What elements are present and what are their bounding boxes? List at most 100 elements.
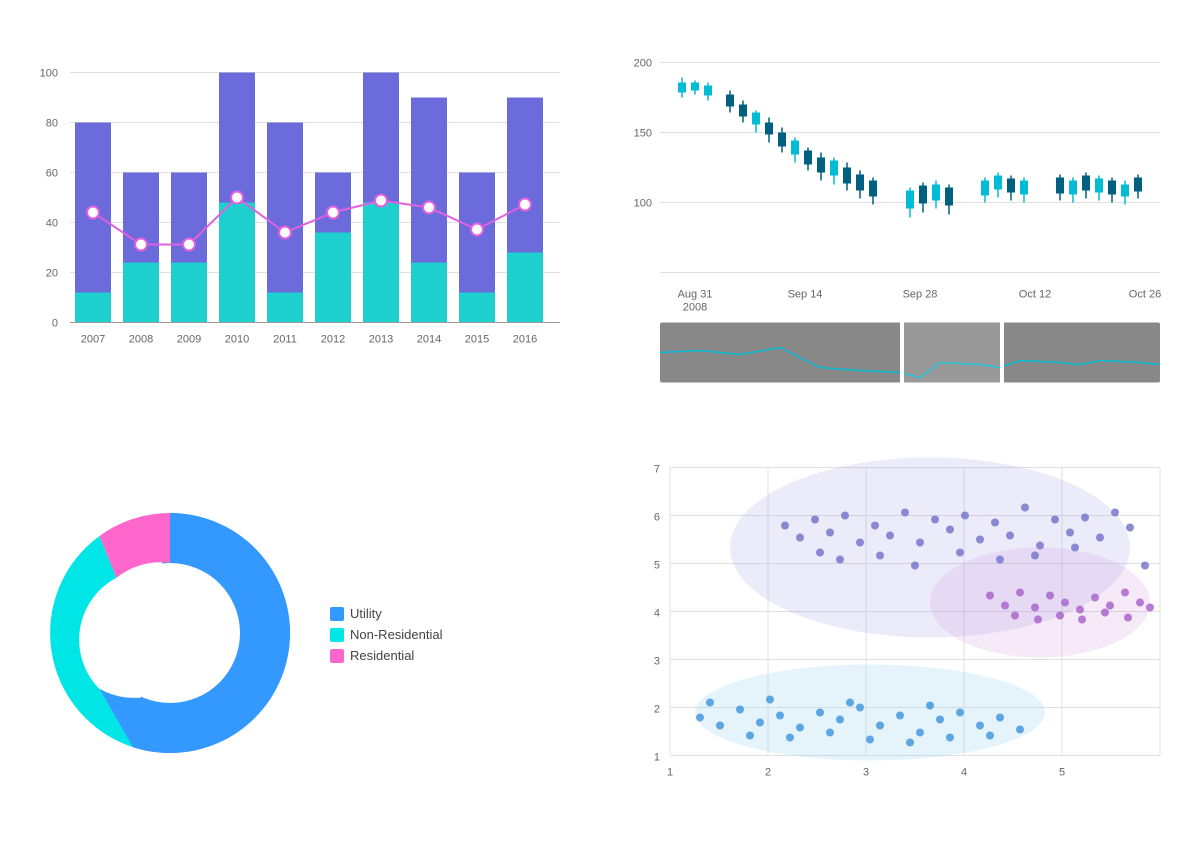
- x-label-2013: 2013: [369, 334, 393, 346]
- scatter-dot-c3: [876, 722, 884, 730]
- line-dot-2015: [471, 224, 483, 236]
- y-label-80: 80: [46, 118, 58, 130]
- x-label-2016: 2016: [513, 334, 537, 346]
- line-dot-2011: [279, 227, 291, 239]
- scatter-x-4: 4: [961, 767, 967, 779]
- scatter-dot: [976, 536, 984, 544]
- scatter-dot-c2: [1124, 614, 1132, 622]
- scatter-dot: [1071, 544, 1079, 552]
- scatter-dot-c3: [896, 712, 904, 720]
- y-label-100: 100: [40, 68, 58, 80]
- scatter-dot: [911, 562, 919, 570]
- navigator-handle-right[interactable]: [1000, 321, 1004, 385]
- scatter-dot-c3: [796, 724, 804, 732]
- scatter-dot: [1126, 524, 1134, 532]
- scatter-dot: [1111, 509, 1119, 517]
- scatter-dot-c2: [1061, 599, 1069, 607]
- cs-y-100: 100: [634, 198, 652, 210]
- scatter-y-5: 5: [654, 560, 660, 572]
- scatter-dot-c2: [986, 592, 994, 600]
- scatter-dot-c2: [1076, 606, 1084, 614]
- scatter-dot: [1031, 552, 1039, 560]
- cs-x-2008: 2008: [683, 302, 707, 314]
- cs-x-sep28: Sep 28: [903, 289, 938, 301]
- bar-cyan-2015: [459, 293, 495, 323]
- bar-cyan-2008: [123, 263, 159, 323]
- scatter-chart-container: 1 2 3 4 5 6 7 1 2 3 4 5: [600, 425, 1200, 850]
- legend-residential: Residential: [330, 648, 443, 663]
- legend-label-utility: Utility: [350, 606, 382, 621]
- scatter-dot: [796, 534, 804, 542]
- scatter-dot: [816, 549, 824, 557]
- line-dot-2013: [375, 195, 387, 207]
- scatter-dot-c2: [1031, 604, 1039, 612]
- scatter-dot: [781, 522, 789, 530]
- bar-cyan-2014: [411, 263, 447, 323]
- scatter-dot-c2: [1136, 599, 1144, 607]
- line-dot-2008: [135, 239, 147, 251]
- donut-chart-container: Utility Non-Residential Residential: [0, 425, 600, 850]
- scatter-dot: [946, 526, 954, 534]
- scatter-dot-c3: [936, 716, 944, 724]
- scatter-dot-c3: [866, 736, 874, 744]
- line-dot-2007: [87, 207, 99, 219]
- scatter-dot-c2: [1146, 604, 1154, 612]
- y-label-0: 0: [52, 318, 58, 330]
- scatter-dot: [1006, 532, 1014, 540]
- bar-cyan-2011: [267, 293, 303, 323]
- bar-cyan-2007: [75, 293, 111, 323]
- legend-color-nonresidential: [330, 628, 344, 642]
- x-label-2014: 2014: [417, 334, 441, 346]
- scatter-dot: [811, 516, 819, 524]
- scatter-dot-c3: [776, 712, 784, 720]
- x-label-2012: 2012: [321, 334, 345, 346]
- scatter-dot-c3: [766, 696, 774, 704]
- x-label-2015: 2015: [465, 334, 489, 346]
- scatter-dot: [886, 532, 894, 540]
- cs-y-150: 150: [634, 128, 652, 140]
- scatter-dot-c3: [716, 722, 724, 730]
- scatter-dot: [1021, 504, 1029, 512]
- scatter-dot-c3: [926, 702, 934, 710]
- bar-cyan-2013: [363, 203, 399, 323]
- scatter-dot: [841, 512, 849, 520]
- legend-nonresidential: Non-Residential: [330, 627, 443, 642]
- scatter-y-2: 2: [654, 704, 660, 716]
- scatter-dot: [856, 539, 864, 547]
- scatter-dot-c3: [836, 716, 844, 724]
- scatter-dot: [956, 549, 964, 557]
- x-label-2010: 2010: [225, 334, 249, 346]
- scatter-dot: [876, 552, 884, 560]
- scatter-dot: [1081, 514, 1089, 522]
- scatter-dot: [1036, 542, 1044, 550]
- bar-chart-container: 0 20 40 60 80 100: [0, 0, 600, 425]
- scatter-dot-c2: [1016, 589, 1024, 597]
- donut-hole: [100, 563, 240, 703]
- scatter-x-1: 1: [667, 767, 673, 779]
- scatter-dot-c2: [1078, 616, 1086, 624]
- y-label-60: 60: [46, 168, 58, 180]
- donut-legend: Utility Non-Residential Residential: [330, 606, 443, 669]
- scatter-dot: [901, 509, 909, 517]
- scatter-dot: [836, 556, 844, 564]
- scatter-y-1: 1: [654, 752, 660, 764]
- navigator-selection: [904, 323, 1000, 383]
- scatter-dot-c2: [1101, 609, 1109, 617]
- scatter-dot-c3: [826, 729, 834, 737]
- scatter-y-4: 4: [654, 608, 660, 620]
- x-label-2007: 2007: [81, 334, 105, 346]
- scatter-dot-c3: [956, 709, 964, 717]
- scatter-dot-c3: [976, 722, 984, 730]
- scatter-dot-c3: [906, 739, 914, 747]
- scatter-dot: [996, 556, 1004, 564]
- bar-cyan-2016: [507, 253, 543, 323]
- scatter-dot-c3: [706, 699, 714, 707]
- navigator-handle-left[interactable]: [900, 321, 904, 385]
- scatter-dot: [871, 522, 879, 530]
- scatter-dot-c3: [996, 714, 1004, 722]
- scatter-dot-c2: [1011, 612, 1019, 620]
- legend-color-utility: [330, 607, 344, 621]
- line-dot-2009: [183, 239, 195, 251]
- scatter-dot-c2: [1034, 616, 1042, 624]
- x-label-2008: 2008: [129, 334, 153, 346]
